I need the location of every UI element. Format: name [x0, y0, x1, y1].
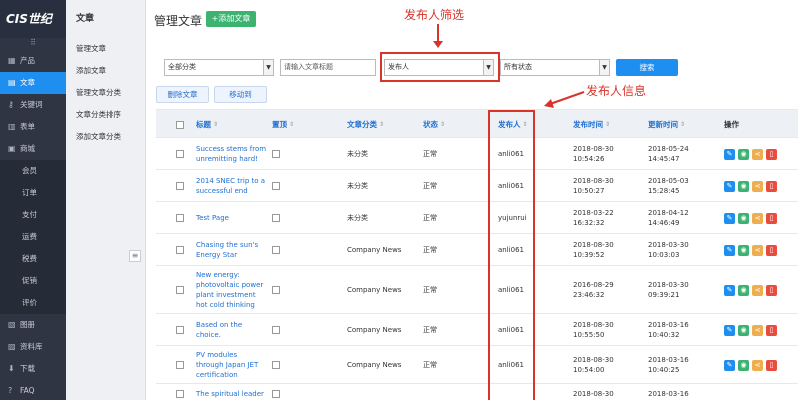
- publisher-column-highlight: [488, 110, 535, 400]
- column-annotation-label: 发布人信息: [586, 84, 647, 98]
- publisher-filter-highlight: [380, 52, 500, 82]
- column-arrowhead: [544, 99, 554, 108]
- filter-arrowhead: [433, 41, 443, 48]
- filter-annotation-label: 发布人筛选: [404, 8, 465, 22]
- column-arrow: [549, 91, 585, 105]
